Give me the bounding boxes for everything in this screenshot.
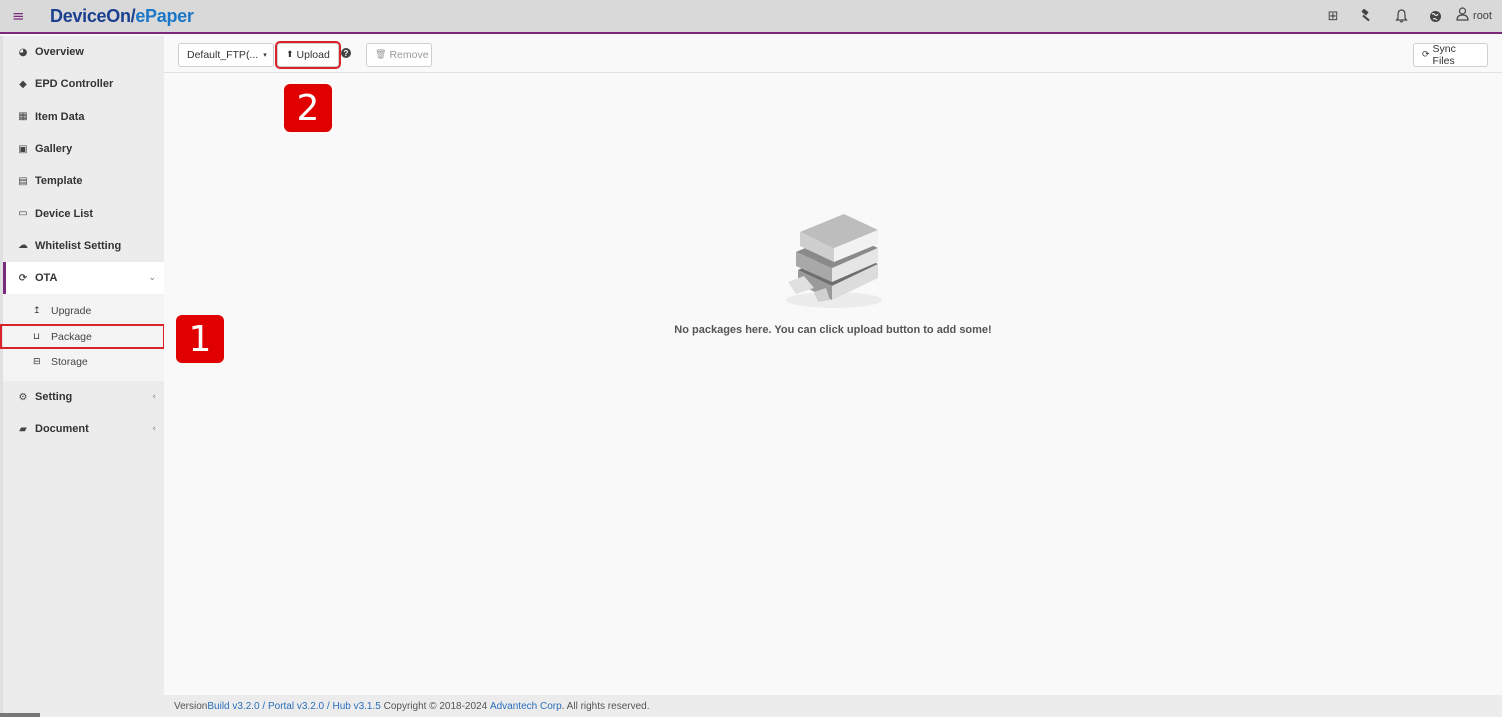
cogs-icon: ⚙ <box>18 391 28 403</box>
user-name: root <box>1473 10 1492 22</box>
sidebar-item-item-data[interactable]: ▦ Item Data <box>3 101 164 133</box>
bell-icon[interactable] <box>1384 0 1418 32</box>
sidebar-item-label: Overview <box>35 46 84 59</box>
chevron-left-icon: ‹ <box>152 424 156 435</box>
server-dropdown-label: Default_FTP(... <box>187 49 259 61</box>
sidebar-item-gallery[interactable]: ▣ Gallery <box>3 133 164 165</box>
sidebar-item-setting[interactable]: ⚙ Setting ‹ <box>3 381 164 413</box>
sidebar-item-whitelist-setting[interactable]: ☁ Whitelist Setting <box>3 230 164 262</box>
hamburger-icon[interactable]: ≡ <box>12 7 25 25</box>
sidebar-subitem-label: Package <box>51 330 92 343</box>
sync-files-button[interactable]: ⟳ Sync Files <box>1413 43 1488 67</box>
sidebar-item-epd-controller[interactable]: ◆ EPD Controller <box>3 68 164 100</box>
sidebar-item-document[interactable]: ▰ Document ‹ <box>3 413 164 445</box>
footer-separator: / <box>324 700 333 712</box>
annotation-step-2-badge: 2 <box>284 84 332 132</box>
user-icon <box>1456 7 1469 25</box>
remove-button-label: Remove <box>389 49 429 61</box>
sidebar-item-ota[interactable]: ⟳ OTA ⌄ <box>3 262 164 295</box>
user-menu[interactable]: root <box>1456 7 1492 25</box>
sidebar-subitem-package[interactable]: ⊔ Package <box>0 323 165 350</box>
sidebar-item-label: Document <box>35 423 89 436</box>
chevron-left-icon: ‹ <box>152 392 156 403</box>
sidebar-subitem-upgrade[interactable]: ↥ Upgrade <box>3 298 164 324</box>
sidebar-item-template[interactable]: ▤ Template <box>3 165 164 197</box>
sidebar-item-device-list[interactable]: ▭ Device List <box>3 197 164 229</box>
upload-button[interactable]: ⬆ Upload <box>275 41 341 69</box>
footer-separator: / <box>259 700 268 712</box>
top-icon-bar: ⊞ root <box>1316 0 1492 32</box>
upload-arrow-icon: ↥ <box>33 306 41 317</box>
footer-hub-link[interactable]: Hub v3.1.5 <box>332 701 380 712</box>
footer-build-link[interactable]: Build v3.2.0 <box>207 701 259 712</box>
upload-button-label: Upload <box>296 49 330 61</box>
empty-state-message: No packages here. You can click upload b… <box>674 324 992 336</box>
sidebar-item-label: EPD Controller <box>35 78 114 91</box>
sidebar-item-label: Template <box>35 175 83 188</box>
help-icon[interactable]: ? <box>341 48 351 58</box>
sidebar-item-overview[interactable]: ◕ Overview <box>3 36 164 68</box>
monitor-icon: ▭ <box>18 208 28 220</box>
brand-sub-text: ePaper <box>135 6 194 26</box>
table-icon: ▦ <box>18 111 28 123</box>
sidebar-item-label: Item Data <box>35 110 85 123</box>
footer-version-prefix: Version <box>174 700 208 712</box>
ota-submenu: ↥ Upgrade ⊔ Package ⊟ Storage <box>0 294 165 381</box>
footer-company-link[interactable]: Advantech Corp <box>490 701 562 712</box>
book-icon: ▰ <box>19 423 27 435</box>
package-list-area: No packages here. You can click upload b… <box>164 73 1502 695</box>
top-navbar: ≡ DeviceOn/ePaper ⊞ root <box>0 0 1502 34</box>
hdd-icon: ⊟ <box>33 357 41 368</box>
empty-books-icon <box>774 208 892 312</box>
inbox-icon: ⊔ <box>33 331 41 342</box>
sidebar-item-label: Whitelist Setting <box>35 239 122 252</box>
refresh-icon: ⟳ <box>18 272 28 284</box>
footer-portal-link[interactable]: Portal v3.2.0 <box>268 701 324 712</box>
sidebar-subitem-label: Upgrade <box>51 305 92 318</box>
footer-rights: . All rights reserved. <box>561 700 650 712</box>
tags-icon: ◆ <box>19 78 27 90</box>
brand-logo[interactable]: DeviceOn/ePaper <box>50 6 194 27</box>
image-icon: ▣ <box>18 143 28 155</box>
cloud-upload-icon: ☁ <box>18 240 28 252</box>
annotation-step-1-badge: 1 <box>176 315 224 363</box>
sidebar-subitem-storage[interactable]: ⊟ Storage <box>3 349 164 375</box>
plus-square-icon[interactable]: ⊞ <box>1316 0 1350 32</box>
sidebar-item-label: Gallery <box>35 143 73 156</box>
sidebar-item-label: Device List <box>35 207 94 220</box>
footer-copyright: Copyright © 2018-2024 <box>380 700 490 712</box>
sync-files-label: Sync Files <box>1432 43 1456 67</box>
sidebar: ◕ Overview ◆ EPD Controller ▦ Item Data … <box>0 36 165 717</box>
sync-icon: ⟳ <box>1422 50 1430 60</box>
upload-icon: ⬆ <box>286 50 294 60</box>
sidebar-item-label: OTA <box>35 272 58 285</box>
brand-main-text: DeviceOn/ <box>50 6 136 26</box>
chevron-down-icon: ⌄ <box>148 273 156 284</box>
sidebar-item-label: Setting <box>35 391 73 404</box>
caret-down-icon: ▾ <box>263 52 267 59</box>
trash-icon: 🗑 <box>375 50 387 60</box>
id-card-icon: ▤ <box>18 175 28 187</box>
bottom-left-divider <box>0 713 40 717</box>
remove-button[interactable]: 🗑 Remove <box>366 43 432 67</box>
sidebar-subitem-label: Storage <box>51 356 88 369</box>
package-toolbar: Default_FTP(... ▾ ⬆ Upload ? 🗑 Remove ⟳ … <box>164 36 1502 73</box>
gavel-icon[interactable] <box>1350 0 1384 32</box>
footer: Version Build v3.2.0 / Portal v3.2.0 / H… <box>164 695 1502 717</box>
dashboard-icon: ◕ <box>18 46 28 58</box>
server-dropdown[interactable]: Default_FTP(... ▾ <box>178 43 274 67</box>
globe-icon[interactable] <box>1418 0 1452 32</box>
